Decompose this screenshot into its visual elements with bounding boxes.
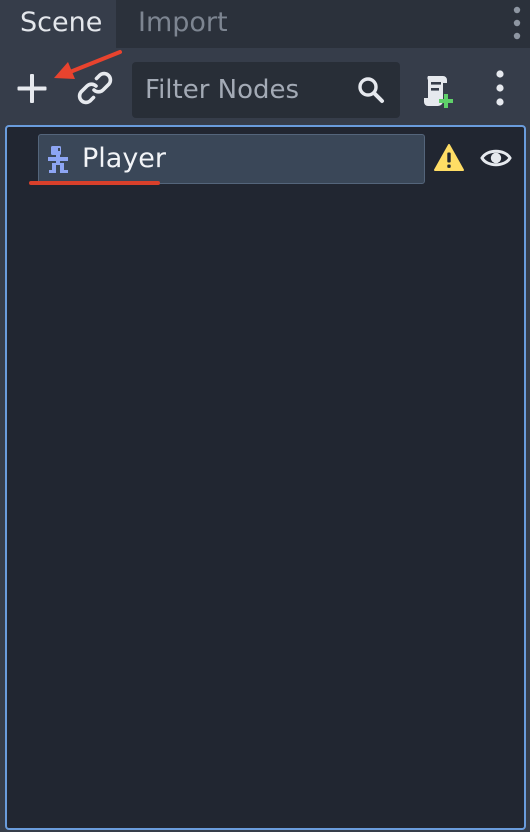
node-label: Player [82, 143, 167, 174]
link-icon [77, 71, 113, 105]
instance-child-scene-button[interactable] [73, 66, 117, 110]
character-body-icon [48, 146, 68, 173]
filter-nodes-input[interactable] [132, 62, 342, 118]
visibility-toggle[interactable] [479, 141, 513, 175]
warning-icon [434, 144, 464, 171]
annotation-underline [29, 181, 160, 185]
scene-tree[interactable]: Player [5, 125, 526, 830]
add-node-button[interactable] [10, 66, 54, 110]
tab-menu-icon[interactable] [508, 4, 526, 44]
tab-import[interactable]: Import [118, 0, 248, 48]
vertical-ellipsis-icon [496, 70, 504, 106]
more-options-button[interactable] [478, 66, 522, 110]
attach-script-button[interactable] [416, 68, 460, 112]
configuration-warning-button[interactable] [432, 141, 466, 175]
search-icon [358, 77, 384, 103]
attach-script-icon [424, 76, 453, 108]
filter-nodes-field [132, 62, 400, 118]
plus-icon [17, 74, 47, 103]
tree-node-player[interactable]: Player [38, 134, 425, 184]
eye-icon [480, 149, 512, 167]
tab-scene[interactable]: Scene [0, 0, 116, 48]
dock-tab-bar: Scene Import [0, 0, 530, 48]
